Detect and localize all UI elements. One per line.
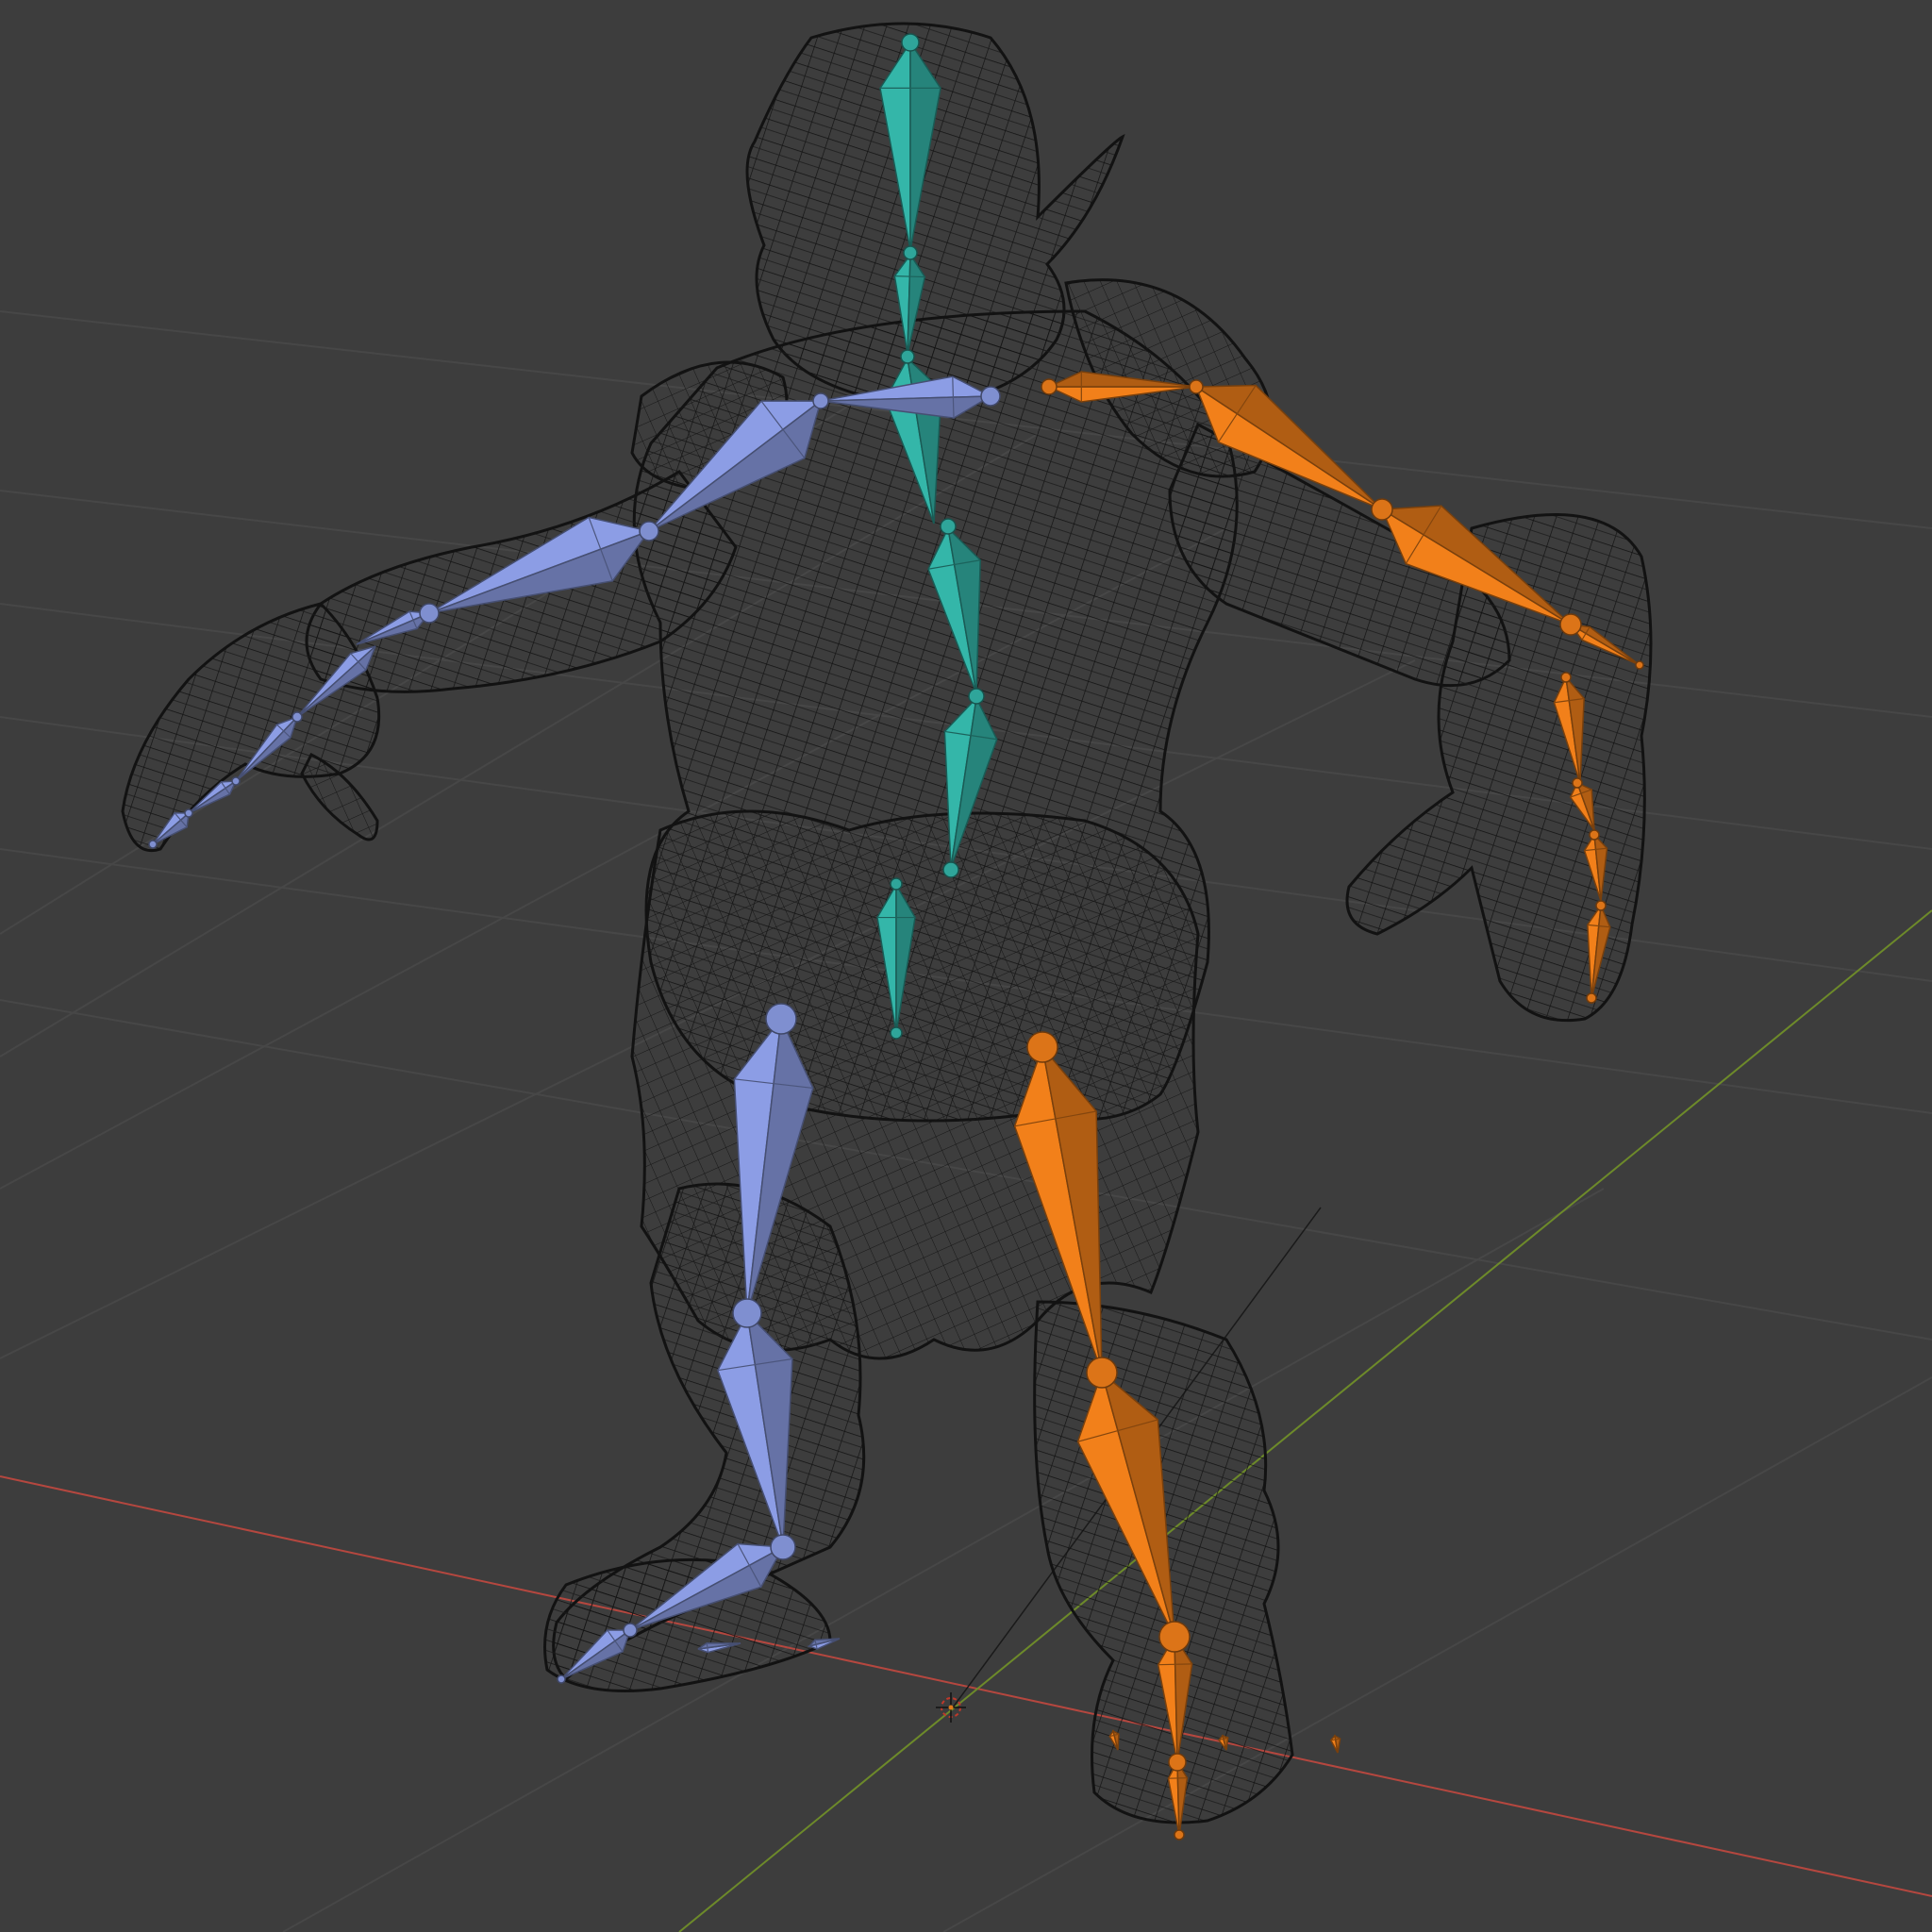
right-arm-joint-7[interactable] — [1589, 829, 1600, 841]
left-leg-joint-4[interactable] — [557, 1674, 566, 1684]
bone-left-toe-c[interactable] — [807, 1638, 841, 1650]
left-arm-joint-6[interactable] — [184, 808, 193, 818]
left-arm-joint-7[interactable] — [148, 840, 158, 849]
left-arm-joint-2[interactable] — [639, 521, 659, 541]
left-arm-joint-1[interactable] — [812, 392, 829, 409]
viewport-canvas[interactable] — [0, 0, 1932, 1932]
right-leg-joint-2[interactable] — [1158, 1621, 1191, 1653]
left-leg-joint-1[interactable] — [732, 1298, 762, 1328]
right-leg-joint-1[interactable] — [1086, 1357, 1118, 1389]
right-arm-joint-3[interactable] — [1559, 613, 1582, 636]
right-arm-joint-0[interactable] — [1041, 378, 1058, 395]
left-arm-joint-4[interactable] — [291, 711, 303, 723]
right-arm-joint-1[interactable] — [1189, 379, 1204, 394]
spine-joint-6[interactable] — [890, 877, 903, 891]
spine-joint-4[interactable] — [968, 688, 985, 705]
3d-viewport[interactable] — [0, 0, 1932, 1932]
right-arm-joint-8[interactable] — [1595, 900, 1607, 911]
spine-joint-5[interactable] — [942, 861, 959, 878]
right-arm-joint-9[interactable] — [1586, 992, 1597, 1004]
left-arm-joint-3[interactable] — [419, 603, 440, 624]
left-leg-joint-0[interactable] — [765, 1003, 797, 1035]
spine-joint-0[interactable] — [901, 33, 920, 52]
left-arm-joint-5[interactable] — [231, 776, 241, 786]
left-arm-joint-0[interactable] — [980, 386, 1001, 407]
spine-joint-7[interactable] — [890, 1026, 903, 1040]
left-leg-joint-2[interactable] — [770, 1534, 796, 1560]
right-leg-joint-3[interactable] — [1168, 1753, 1187, 1772]
right-arm-joint-2[interactable] — [1371, 498, 1393, 521]
right-arm-joint-6[interactable] — [1572, 777, 1583, 789]
spine-joint-2[interactable] — [900, 349, 915, 364]
right-arm-joint-4[interactable] — [1635, 660, 1644, 670]
right-leg-joint-0[interactable] — [1026, 1031, 1058, 1063]
right-leg-joint-4[interactable] — [1174, 1829, 1185, 1840]
spine-joint-3[interactable] — [940, 518, 957, 535]
right-arm-joint-5[interactable] — [1560, 672, 1572, 683]
spine-joint-1[interactable] — [903, 245, 918, 260]
bone-right-toe-d[interactable] — [1329, 1734, 1341, 1754]
left-leg-joint-3[interactable] — [623, 1623, 638, 1638]
